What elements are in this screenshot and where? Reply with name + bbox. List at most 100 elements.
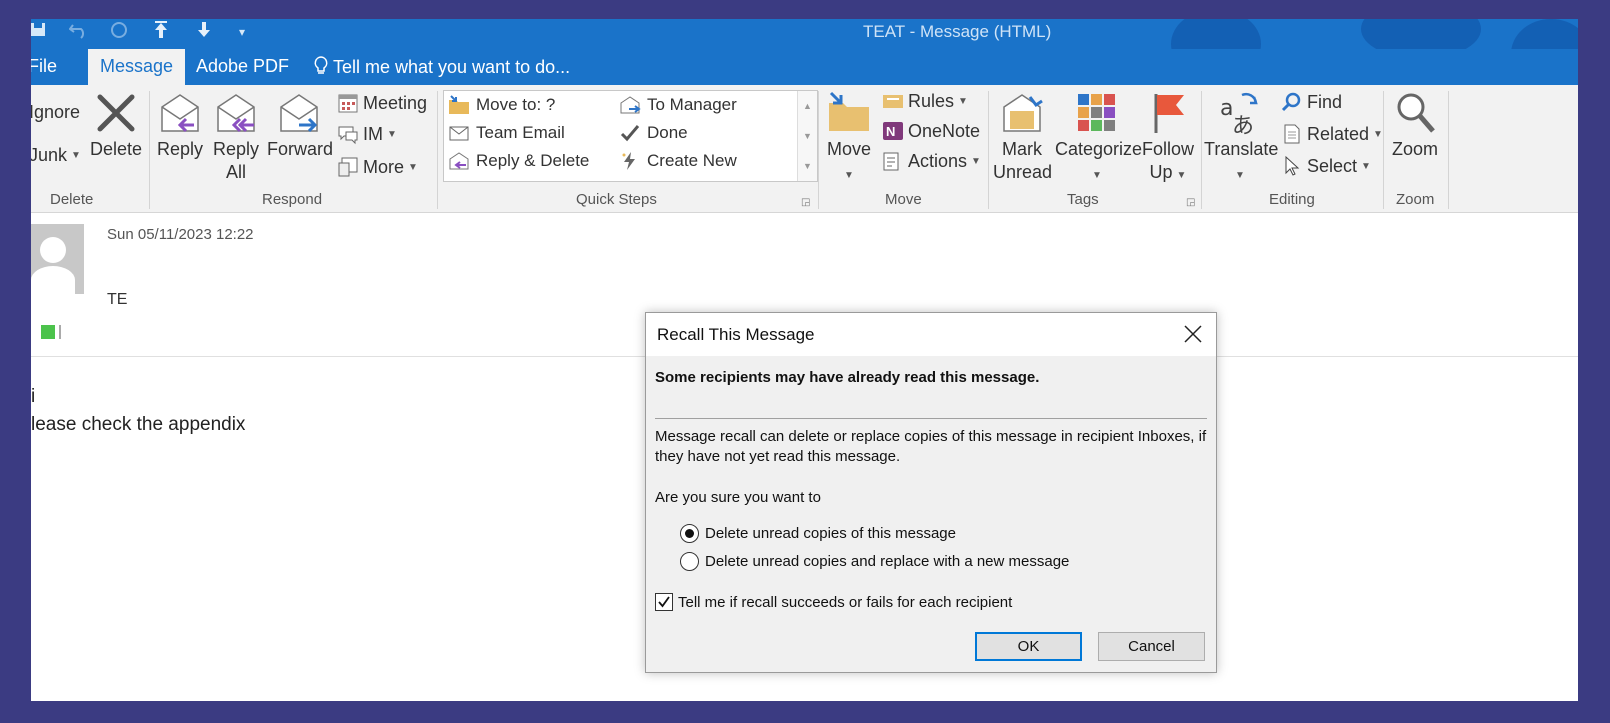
cursor-icon — [1285, 155, 1300, 176]
categorize-button[interactable]: Categorize ▼ — [1055, 91, 1142, 187]
categorize-icon — [1078, 94, 1115, 131]
translate-icon: aあ — [1220, 92, 1258, 135]
chevron-down-icon: ▼ — [958, 95, 968, 107]
envelope-forward-icon — [620, 96, 641, 114]
move-folder-icon — [829, 91, 869, 131]
ignore-button[interactable]: Ignore — [31, 102, 80, 123]
chevron-down-icon: ▼ — [1092, 170, 1102, 181]
title-bar: ▾ TEAT - Message (HTML) — [31, 19, 1578, 89]
group-separator — [437, 91, 438, 209]
recall-report-checkbox[interactable] — [655, 593, 673, 611]
recall-message-dialog: Recall This Message Some recipients may … — [645, 312, 1217, 673]
quick-steps-gallery: Move to: ? To Manager Team Email Done Re… — [443, 90, 818, 182]
arrow-down-icon[interactable] — [196, 21, 212, 44]
reply-all-button[interactable]: Reply All — [212, 91, 260, 184]
chevron-down-icon: ▼ — [1373, 128, 1383, 140]
quick-step-reply-delete[interactable]: Reply & Delete — [448, 151, 589, 171]
quick-step-done[interactable]: Done — [619, 123, 688, 143]
translate-button[interactable]: aあ Translate ▼ — [1204, 91, 1278, 187]
scroll-down-icon[interactable]: ▼ — [798, 121, 817, 151]
quick-step-to-manager[interactable]: To Manager — [619, 95, 737, 115]
more-respond-button[interactable]: More ▼ — [337, 156, 418, 178]
onenote-button[interactable]: N OneNote — [882, 120, 980, 142]
ribbon-tabs: File Message Adobe PDF Tell me what you … — [31, 49, 1578, 85]
checkmark-icon — [620, 125, 640, 142]
svg-text:N: N — [886, 124, 895, 139]
group-separator — [149, 91, 150, 209]
delete-icon — [97, 94, 135, 132]
group-separator — [1383, 91, 1384, 209]
tab-file[interactable]: File — [31, 56, 57, 77]
cancel-button[interactable]: Cancel — [1098, 632, 1205, 661]
related-button[interactable]: Related ▼ — [1281, 123, 1383, 145]
message-date: Sun 05/11/2023 12:22 — [107, 226, 254, 243]
forward-icon — [280, 94, 318, 133]
recall-report-checkbox-row[interactable]: Tell me if recall succeeds or fails for … — [655, 593, 1012, 611]
move-button[interactable]: Move ▼ — [823, 91, 875, 187]
avatar — [31, 224, 84, 294]
radio-button-selected[interactable] — [680, 524, 699, 543]
radio-delete-and-replace[interactable]: Delete unread copies and replace with a … — [680, 552, 1069, 571]
quick-step-move-to[interactable]: Move to: ? — [448, 95, 555, 115]
scroll-up-icon[interactable]: ▲ — [798, 91, 817, 121]
undo-icon[interactable] — [68, 21, 89, 44]
chevron-down-icon: ▼ — [971, 155, 981, 167]
chevron-down-icon: ▼ — [71, 150, 81, 161]
rules-button[interactable]: Rules ▼ — [882, 90, 968, 112]
tell-me-search[interactable]: Tell me what you want to do... — [313, 56, 570, 78]
chevron-down-icon: ▼ — [1176, 170, 1187, 181]
radio-delete-unread[interactable]: Delete unread copies of this message — [680, 524, 956, 543]
dialog-launcher-icon[interactable]: ◲ — [801, 197, 810, 208]
redo-icon[interactable] — [109, 21, 129, 44]
message-body-line: i — [31, 386, 36, 407]
junk-button[interactable]: Junk ▼ — [31, 145, 81, 166]
meeting-button[interactable]: Meeting — [337, 92, 427, 114]
group-separator — [818, 91, 819, 209]
ok-button[interactable]: OK — [975, 632, 1082, 661]
customize-qat-icon[interactable]: ▾ — [239, 25, 245, 39]
select-button[interactable]: Select ▼ — [1281, 155, 1371, 177]
group-label-editing: Editing — [1269, 191, 1315, 208]
dialog-description: Message recall can delete or replace cop… — [655, 428, 1207, 465]
gallery-more-icon[interactable]: ▼ — [798, 151, 817, 181]
quick-step-team-email[interactable]: Team Email — [448, 123, 565, 143]
mark-unread-icon — [1003, 94, 1043, 132]
mark-unread-button[interactable]: Mark Unread — [993, 91, 1052, 184]
message-body-line: lease check the appendix — [31, 414, 246, 435]
im-button[interactable]: IM ▼ — [337, 123, 397, 145]
follow-up-button[interactable]: Follow Up ▼ — [1141, 91, 1195, 187]
delete-button[interactable]: Delete — [90, 91, 142, 161]
group-label-move: Move — [885, 191, 922, 208]
folder-arrow-icon — [449, 95, 469, 114]
quick-steps-scrollbar[interactable]: ▲ ▼ ▼ — [797, 91, 817, 181]
dialog-warning: Some recipients may have already read th… — [655, 369, 1040, 386]
more-icon — [338, 157, 358, 177]
checkmark-icon — [658, 596, 670, 608]
close-icon[interactable] — [1182, 323, 1204, 345]
tell-me-label: Tell me what you want to do... — [333, 57, 571, 77]
forward-button[interactable]: Forward — [267, 91, 333, 161]
svg-text:あ: あ — [1232, 114, 1254, 135]
category-divider — [59, 325, 61, 339]
envelope-icon — [449, 126, 469, 141]
tab-adobe-pdf[interactable]: Adobe PDF — [196, 56, 289, 77]
flag-icon — [1154, 94, 1184, 133]
radio-button[interactable] — [680, 552, 699, 571]
dialog-launcher-icon[interactable]: ◲ — [1186, 197, 1195, 208]
rules-icon — [883, 95, 903, 108]
dialog-question: Are you sure you want to — [655, 489, 821, 506]
group-separator — [988, 91, 989, 209]
calendar-icon — [338, 94, 358, 113]
document-icon — [1284, 124, 1300, 144]
arrow-up-icon[interactable] — [153, 21, 169, 44]
find-button[interactable]: Find — [1281, 91, 1342, 113]
zoom-button[interactable]: Zoom — [1389, 91, 1441, 161]
tab-message[interactable]: Message — [88, 49, 186, 85]
envelope-reply-icon — [449, 152, 469, 170]
quick-step-create-new[interactable]: Create New — [619, 151, 737, 171]
actions-button[interactable]: Actions ▼ — [882, 150, 981, 172]
reply-all-icon — [217, 94, 255, 133]
reply-button[interactable]: Reply — [156, 91, 204, 161]
window-title: TEAT - Message (HTML) — [863, 22, 1052, 41]
save-icon[interactable] — [31, 21, 45, 42]
